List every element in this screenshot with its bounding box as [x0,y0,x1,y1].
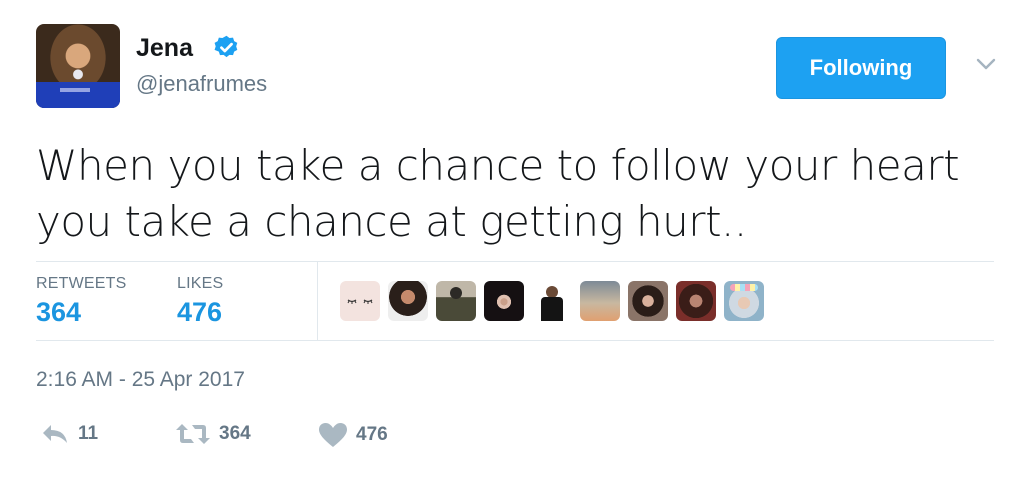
tweet-timestamp[interactable]: 2:16 AM - 25 Apr 2017 [36,368,245,392]
heart-icon [319,423,347,447]
divider-top [36,261,994,262]
liker-avatar[interactable] [724,281,764,321]
liker-avatar[interactable] [580,281,620,321]
liker-avatar[interactable] [628,281,668,321]
retweet-icon [176,424,210,444]
user-handle[interactable]: @jenafrumes [136,71,267,97]
stats-divider [317,262,318,340]
reply-button[interactable]: 11 [40,422,98,446]
reply-count: 11 [78,423,99,444]
retweet-button[interactable]: 364 [175,422,251,446]
chevron-down-icon[interactable] [974,56,998,72]
closed-eyes-icon [347,299,373,304]
avatar[interactable] [36,24,120,108]
divider-bottom [36,340,994,341]
likers-avatars [340,281,764,321]
liker-avatar[interactable] [388,281,428,321]
liker-avatar[interactable] [676,281,716,321]
avatar-shirt [36,82,120,108]
tweet-text-line-2: you take a chance at getting hurt.. [36,197,747,246]
liker-avatar[interactable] [532,281,572,321]
retweets-count[interactable]: 364 [36,297,81,328]
like-button[interactable]: 476 [318,422,388,448]
like-count: 476 [356,424,388,445]
following-button[interactable]: Following [776,37,946,99]
likes-label: LIKES [177,275,224,292]
liker-avatar[interactable] [436,281,476,321]
retweets-label: RETWEETS [36,275,127,292]
verified-badge-icon [214,35,238,58]
reply-icon [43,425,67,443]
user-name[interactable]: Jena [136,34,193,63]
tweet-text: When you take a chance to follow your he… [36,138,996,250]
likes-count[interactable]: 476 [177,297,222,328]
liker-avatar[interactable] [484,281,524,321]
tweet-text-line-1: When you take a chance to follow your he… [36,141,960,190]
liker-avatar[interactable] [340,281,380,321]
retweet-count: 364 [219,423,251,444]
